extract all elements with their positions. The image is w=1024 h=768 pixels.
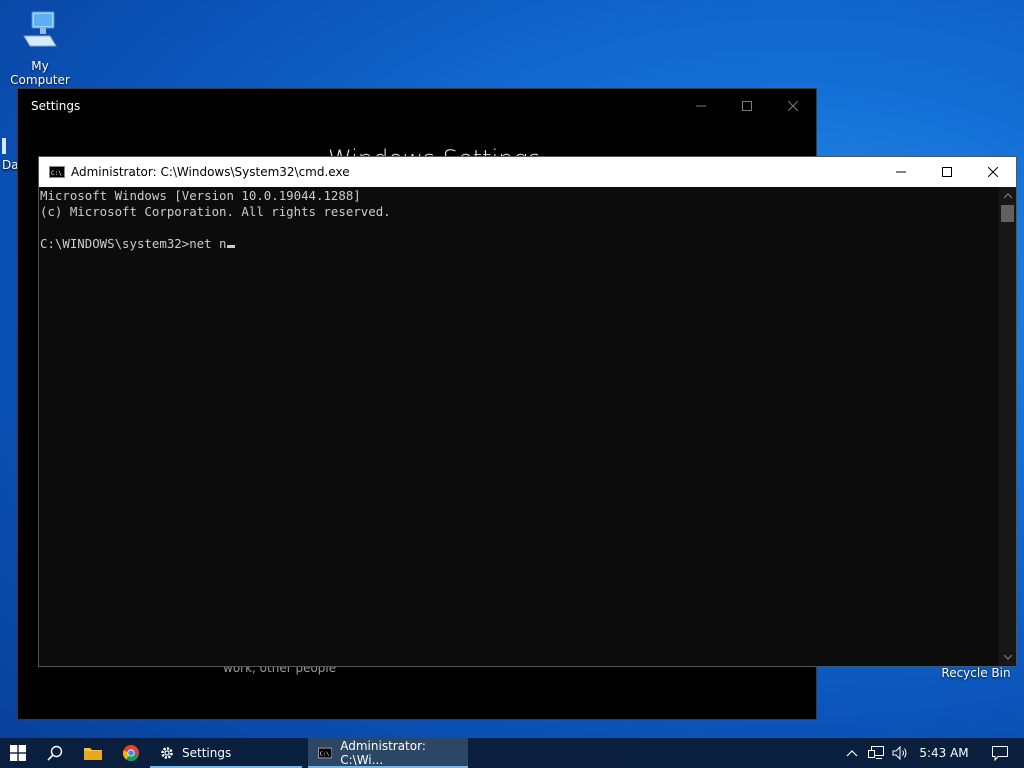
cmd-window[interactable]: C:\ Administrator: C:\Windows\System32\c… — [38, 156, 1017, 667]
network-icon — [868, 746, 884, 759]
document-icon — [2, 138, 6, 154]
search-button[interactable] — [36, 738, 74, 768]
chevron-up-icon — [1003, 193, 1012, 198]
windows-logo-icon — [10, 745, 26, 761]
taskbar-app-label: Settings — [182, 746, 232, 760]
desktop-icon-label: Recycle Bin — [941, 666, 1011, 680]
cmd-titlebar[interactable]: C:\ Administrator: C:\Windows\System32\c… — [39, 157, 1016, 187]
settings-titlebar[interactable]: Settings — [18, 89, 816, 123]
desktop-icon-my-computer[interactable]: My Computer — [0, 10, 80, 87]
start-button[interactable] — [0, 738, 36, 768]
search-icon — [47, 745, 63, 761]
console-prompt-line[interactable]: C:\WINDOWS\system32>net n — [40, 236, 999, 252]
console-line: Microsoft Windows [Version 10.0.19044.12… — [40, 188, 361, 203]
cmd-icon: C:\ — [318, 747, 333, 759]
close-button[interactable] — [770, 89, 816, 123]
desktop-icon-partial[interactable]: Da — [0, 138, 18, 178]
taskbar: Settings C:\ Administrator: C:\Wi... 5:4… — [0, 738, 1024, 768]
console-output[interactable]: Microsoft Windows [Version 10.0.19044.12… — [39, 187, 999, 666]
desktop-icon-label: My Computer — [10, 59, 70, 87]
chevron-down-icon — [1003, 655, 1012, 660]
clock-time: 5:43 AM — [919, 746, 969, 760]
vertical-scrollbar[interactable] — [999, 187, 1016, 666]
minimize-icon — [696, 105, 706, 107]
minimize-icon — [896, 171, 906, 173]
notification-icon — [992, 745, 1008, 761]
cmd-icon: C:\ — [49, 166, 65, 178]
volume-button[interactable] — [888, 738, 912, 768]
text-cursor — [226, 245, 235, 248]
svg-text:C:\: C:\ — [320, 752, 330, 758]
chrome-icon — [123, 745, 139, 761]
desktop-icon-label: Da — [2, 158, 18, 172]
scroll-up-button[interactable] — [999, 187, 1016, 204]
maximize-icon — [942, 167, 952, 177]
maximize-button[interactable] — [924, 157, 970, 187]
taskbar-app-label: Administrator: C:\Wi... — [340, 739, 426, 767]
close-button[interactable] — [970, 157, 1016, 187]
gear-icon — [161, 747, 173, 759]
minimize-button[interactable] — [878, 157, 924, 187]
minimize-button[interactable] — [678, 89, 724, 123]
window-title: Settings — [31, 99, 81, 113]
network-button[interactable] — [864, 738, 888, 768]
console-line: (c) Microsoft Corporation. All rights re… — [40, 204, 391, 219]
maximize-button[interactable] — [724, 89, 770, 123]
computer-icon — [23, 11, 57, 47]
file-explorer-button[interactable] — [74, 738, 112, 768]
close-icon — [788, 101, 798, 111]
maximize-icon — [742, 101, 752, 111]
folder-icon — [84, 748, 102, 760]
close-icon — [988, 167, 998, 177]
console-line: C:\WINDOWS\system32>net n — [40, 236, 227, 251]
window-title: Administrator: C:\Windows\System32\cmd.e… — [71, 165, 350, 179]
scroll-down-button[interactable] — [999, 649, 1016, 666]
action-center-button[interactable] — [976, 738, 1024, 768]
show-hidden-icons-button[interactable] — [840, 738, 864, 768]
scrollbar-thumb[interactable] — [1001, 205, 1014, 222]
taskbar-app-cmd[interactable]: C:\ Administrator: C:\Wi... — [308, 738, 468, 768]
chrome-button[interactable] — [112, 738, 150, 768]
chevron-up-icon — [846, 749, 858, 756]
clock[interactable]: 5:43 AM — [912, 738, 976, 768]
speaker-icon — [892, 746, 907, 760]
svg-text:C:\: C:\ — [51, 170, 62, 177]
taskbar-app-settings[interactable]: Settings — [150, 738, 302, 768]
system-tray: 5:43 AM — [840, 738, 1024, 768]
